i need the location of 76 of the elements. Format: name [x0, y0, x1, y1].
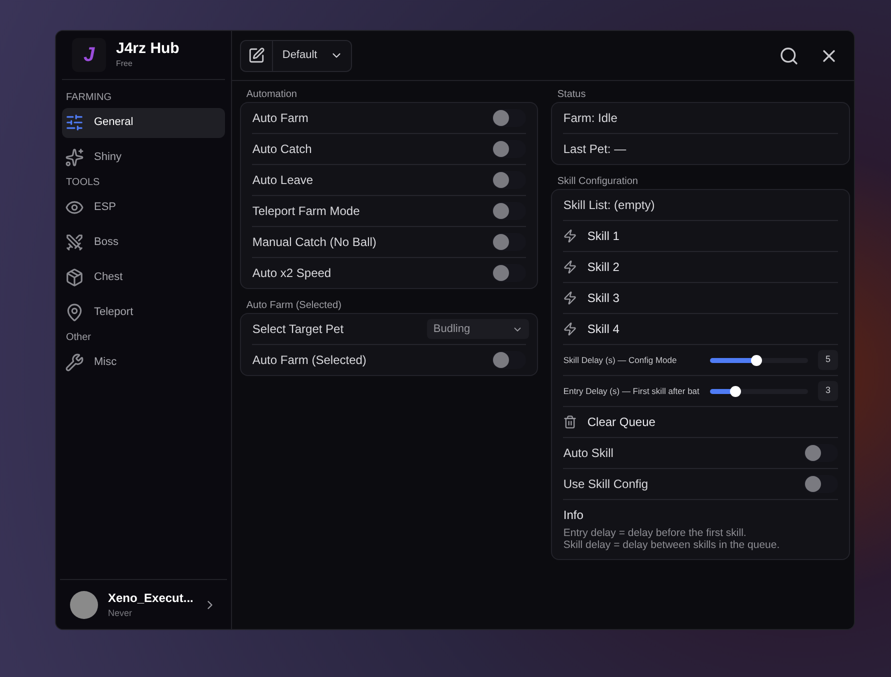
- info-title: Info: [563, 507, 584, 524]
- user-status: Never: [108, 606, 134, 620]
- sidebar-item[interactable]: Misc: [62, 348, 226, 378]
- avatar: [70, 590, 98, 618]
- toggle-switch[interactable]: [492, 171, 526, 189]
- logo: J: [72, 38, 106, 72]
- slider-track[interactable]: [710, 388, 808, 394]
- box-icon: [65, 268, 84, 287]
- slider-label: Entry Delay (s) — First skill after bat: [563, 384, 700, 398]
- skill-button[interactable]: Skill 2: [563, 252, 838, 282]
- skill-button[interactable]: Skill 1: [563, 221, 838, 251]
- skill-button[interactable]: Skill 4: [563, 314, 838, 344]
- slider-track[interactable]: [710, 358, 808, 362]
- toggle-switch[interactable]: [492, 140, 526, 158]
- lightning-icon: [563, 322, 578, 336]
- status-text: Skill List: (empty): [563, 197, 655, 214]
- config-dropdown[interactable]: Default: [240, 40, 352, 72]
- dropdown-value: Budling: [433, 322, 470, 337]
- lightning-icon: [563, 229, 578, 243]
- sidebar-item[interactable]: Boss: [62, 228, 226, 258]
- info-text: Skill delay = delay between skills in the queue.: [563, 539, 781, 551]
- lightning-icon: [563, 291, 578, 305]
- toggle-switch[interactable]: [492, 233, 526, 251]
- slider-value: 5: [818, 350, 838, 370]
- edit-icon: [248, 47, 266, 64]
- info-text: Entry delay = delay before the first skill.: [563, 527, 748, 539]
- skill-button[interactable]: Skill 3: [563, 283, 838, 313]
- trash-icon: [563, 415, 578, 429]
- eye-icon: [65, 198, 84, 217]
- status-text: Last Pet: —: [563, 141, 626, 158]
- toggle-label: Auto Farm (Selected): [252, 352, 366, 369]
- pet-dropdown[interactable]: Budling: [427, 319, 530, 339]
- section-heading: Auto Farm (Selected): [245, 298, 342, 312]
- slider-thumb[interactable]: [730, 386, 742, 396]
- map-pin-icon: [65, 303, 84, 322]
- app-title: J4rz Hub: [116, 40, 180, 58]
- sidebar-item[interactable]: General: [62, 108, 226, 138]
- clear-queue-button[interactable]: Clear Queue: [563, 407, 838, 437]
- toggle-switch[interactable]: [492, 109, 526, 127]
- dropdown-label: Select Target Pet: [252, 321, 344, 338]
- section-heading: Status: [556, 88, 587, 102]
- search-icon[interactable]: [779, 46, 800, 66]
- section-heading: Automation: [245, 88, 298, 102]
- wrench-icon: [65, 353, 84, 372]
- toggle-switch[interactable]: [804, 444, 838, 462]
- slider-value: 3: [818, 381, 838, 401]
- toggle-switch[interactable]: [804, 475, 838, 493]
- toggle-label: Use Skill Config: [563, 476, 648, 493]
- toggle-label: Auto Skill: [563, 445, 614, 462]
- sidebar-item[interactable]: ESP: [62, 192, 226, 222]
- sidebar-section-label: Other: [65, 331, 92, 345]
- app-subtitle: Free: [116, 58, 134, 70]
- swords-icon: [65, 233, 84, 252]
- toggle-switch[interactable]: [492, 351, 526, 369]
- sidebar-section-label: TOOLS: [65, 176, 101, 190]
- username: Xeno_Execut...: [108, 590, 194, 607]
- toggle-label: Teleport Farm Mode: [252, 203, 360, 220]
- toggle-label: Auto Farm: [252, 110, 308, 127]
- toggle-switch[interactable]: [492, 202, 526, 220]
- toggle-label: Auto Leave: [252, 172, 314, 189]
- slider-label: Skill Delay (s) — Config Mode: [563, 354, 678, 366]
- sidebar-item[interactable]: Chest: [62, 262, 226, 292]
- toggle-label: Manual Catch (No Ball): [252, 234, 376, 251]
- toggle-label: Auto Catch: [252, 141, 312, 158]
- lightning-icon: [563, 260, 578, 274]
- slider-thumb[interactable]: [750, 354, 762, 366]
- sparkles-icon: [65, 148, 84, 167]
- toggle-switch[interactable]: [492, 264, 526, 282]
- section-heading: Skill Configuration: [556, 174, 639, 188]
- toggle-label: Auto x2 Speed: [252, 265, 332, 282]
- sidebar-section-label: FARMING: [65, 91, 113, 105]
- sidebar-item[interactable]: Shiny: [62, 142, 226, 172]
- config-value: Default: [281, 48, 318, 64]
- sliders-icon: [65, 113, 84, 132]
- sidebar-item[interactable]: Teleport: [62, 298, 226, 328]
- status-text: Farm: Idle: [563, 110, 618, 127]
